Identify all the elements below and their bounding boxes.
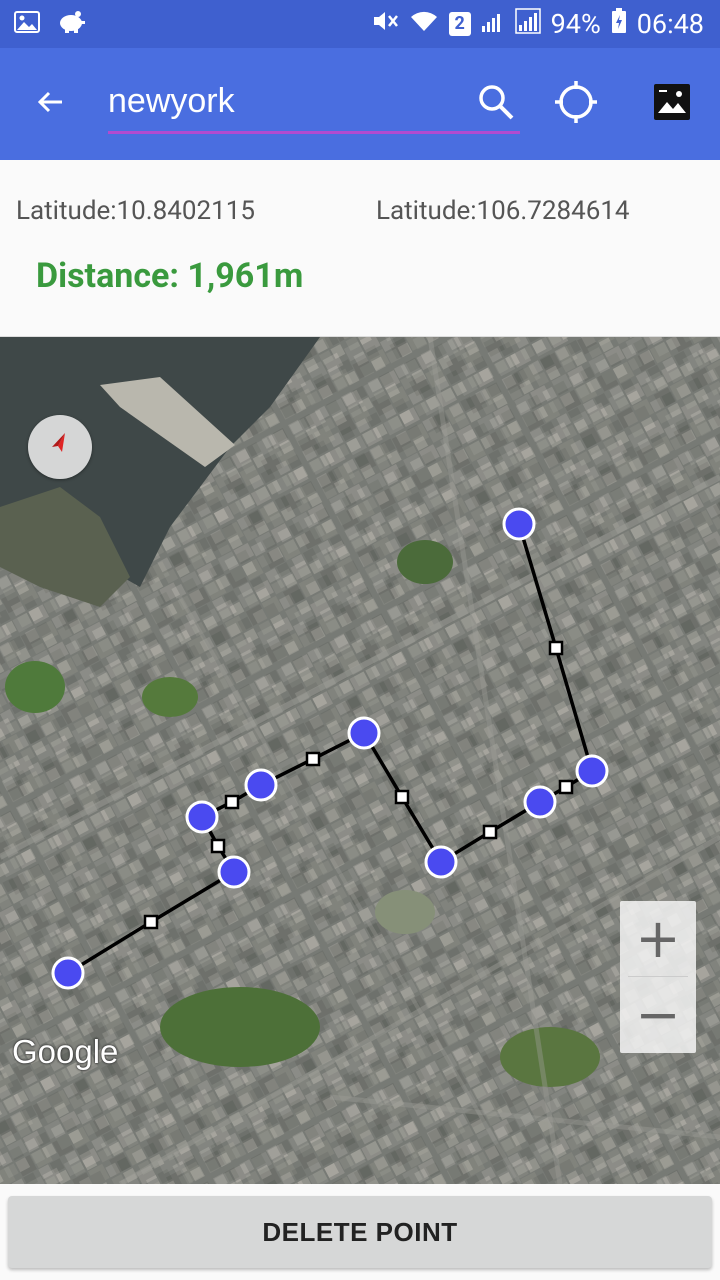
longitude-label: Latitude:106.7284614 [376,196,630,226]
signal-icon [481,8,505,40]
midpoint-handle[interactable] [558,779,574,795]
search-icon [477,83,515,125]
clock: 06:48 [636,8,704,40]
route-point-marker[interactable] [523,785,557,819]
back-arrow-icon [36,88,64,120]
back-button[interactable] [22,78,78,130]
my-location-button[interactable] [550,78,602,130]
latitude-label: Latitude:10.8402115 [16,196,255,226]
midpoint-handle[interactable] [548,640,564,656]
midpoint-handle[interactable] [394,789,410,805]
route-point-marker[interactable] [185,800,219,834]
search-input[interactable] [108,72,520,131]
gallery-icon [14,11,40,37]
route-point-marker[interactable] [575,754,609,788]
wifi-icon [409,8,439,40]
status-bar: 2 94% 06:48 [0,0,720,48]
distance-label: Distance: 1,961m [36,256,304,296]
search-field [108,72,520,134]
image-icon [653,83,691,125]
midpoint-handle[interactable] [143,914,159,930]
map-type-button[interactable] [646,78,698,130]
delete-point-button[interactable]: DELETE POINT [8,1196,712,1268]
zoom-in-button[interactable]: + [620,901,696,976]
google-logo: Google [12,1033,119,1070]
signal-icon [514,7,541,41]
midpoint-handle[interactable] [482,824,498,840]
midpoint-handle[interactable] [305,751,321,767]
route-point-marker[interactable] [244,768,278,802]
compass-icon [45,430,75,464]
battery-icon [611,7,627,41]
route-point-marker[interactable] [217,855,251,889]
coordinates-panel: Latitude:10.8402115 Latitude:106.7284614… [0,160,720,337]
mute-icon [371,8,399,41]
route-point-marker[interactable] [51,956,85,990]
sim-2-icon: 2 [448,12,471,36]
route-point-marker[interactable] [424,845,458,879]
footer: DELETE POINT [0,1184,720,1280]
midpoint-handle[interactable] [210,838,226,854]
search-button[interactable] [470,78,522,130]
midpoint-handle[interactable] [224,794,240,810]
app-bar [0,48,720,160]
map-view[interactable]: + − Google [0,337,720,1184]
route-point-marker[interactable] [502,507,536,541]
piggy-bank-icon [56,10,86,38]
compass-button[interactable] [28,415,92,479]
zoom-out-button[interactable]: − [620,977,696,1052]
route-point-marker[interactable] [347,716,381,750]
zoom-controls: + − [620,901,696,1053]
battery-percent: 94% [550,8,601,40]
my-location-icon [553,79,599,129]
